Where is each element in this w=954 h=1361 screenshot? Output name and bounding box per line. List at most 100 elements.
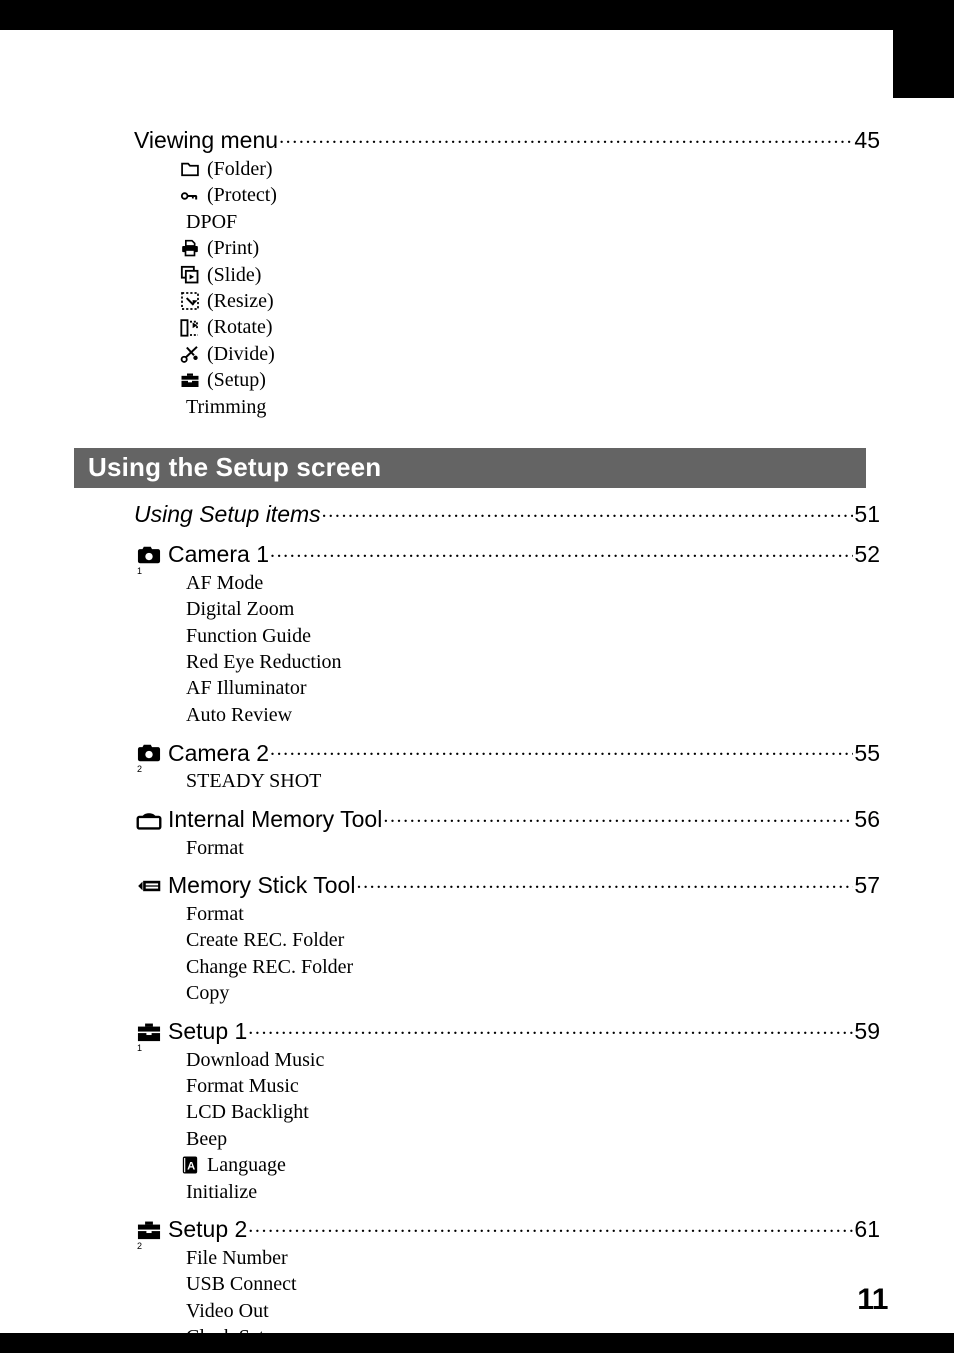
rotate-icon [178,318,202,338]
setup-entry-list: Using Setup items.......................… [74,500,880,1361]
toc-entry-title: Setup 1 [168,1017,248,1044]
dot-leader: ........................................… [279,126,854,148]
toc-entry-title: Setup 2 [168,1216,248,1243]
setup-subitem[interactable]: AF Illuminator [186,675,880,701]
page-number: 11 [857,1283,888,1316]
folder-icon [178,159,202,179]
entry-spacer [74,530,880,540]
setup-subitem[interactable]: Download Music [186,1047,880,1073]
slide-icon [178,265,202,285]
dot-leader: ........................................… [248,1016,853,1039]
viewing-menu-item[interactable]: (Setup) [178,367,880,393]
icon-subscript: 1 [137,1042,143,1053]
dot-leader: ........................................… [269,539,854,562]
viewing-menu-item[interactable]: (Divide) [178,341,880,367]
scissors-icon [178,344,202,364]
setup-subitem-label: Beep [186,1127,228,1150]
viewing-menu-item[interactable]: (Print) [178,235,880,261]
viewing-menu-item-label: (Folder) [207,158,273,180]
setup-subitem-label: Red Eye Reduction [186,651,342,674]
toc-entry-page: 57 [854,872,880,899]
toc-entry-title: Memory Stick Tool [168,872,356,899]
viewing-menu-item-label: Trimming [186,395,267,418]
toc-entry-camera-1[interactable]: 1 Camera 1...............................… [134,539,880,576]
viewing-menu-item-label: (Divide) [207,342,275,365]
viewing-menu-item-label: DPOF [186,210,238,233]
toc-entry-page: 45 [854,127,880,154]
toc-entry-viewing-menu[interactable]: Viewing menu ...........................… [134,126,880,154]
toc-entry-setup-2[interactable]: 2 Setup 2................................… [134,1215,880,1251]
icon-subscript: 1 [137,565,143,576]
viewing-menu-item-label: (Print) [207,237,260,260]
toc-entry-using-setup-items[interactable]: Using Setup items.......................… [134,500,880,528]
setup-subitem[interactable]: A Language [178,1152,880,1178]
page-top-black-bar [0,0,954,30]
viewing-menu-item[interactable]: (Resize) [178,288,880,314]
setup-subitem[interactable]: File Number [186,1245,880,1271]
viewing-menu-item[interactable]: Trimming [186,394,880,420]
toc-entry-memory-stick-tool[interactable]: Memory Stick Tool.......................… [134,871,880,899]
setup-subitem[interactable]: Initialize [186,1179,880,1205]
viewing-menu-item[interactable]: DPOF [186,209,880,235]
viewing-menu-item-label: (Setup) [207,369,266,392]
setup-subitem[interactable]: Format [186,835,880,861]
table-of-contents: Viewing menu ...........................… [74,126,880,1361]
setup-subitem-label: Video Out [186,1299,269,1322]
setup-subitem[interactable]: Beep [186,1126,880,1152]
setup-subitem[interactable]: Create REC. Folder [186,927,880,953]
viewing-menu-subitem-list: (Folder) (Protect) DPOF (Print) (Slide) (Resi… [74,156,880,420]
setup-subitem-label: Format [186,836,244,859]
dot-leader: ........................................… [383,804,853,827]
setup-subitem[interactable]: Digital Zoom [186,596,880,622]
setup-subitem-label: LCD Backlight [186,1101,309,1124]
toolbox-icon [178,370,202,390]
viewing-menu-item-label: (Protect) [207,184,277,207]
toc-entry-camera-2[interactable]: 2 Camera 2...............................… [134,738,880,774]
viewing-menu-item[interactable]: (Protect) [178,182,880,208]
setup-subitem[interactable]: Clock Set [186,1324,880,1350]
setup-subitem-label: Format [186,903,244,926]
setup-subitem[interactable]: STEADY SHOT [186,768,880,794]
setup-subitem[interactable]: Function Guide [186,623,880,649]
entry-spacer [74,1351,880,1361]
setup-subitem-label: Auto Review [186,703,293,726]
setup-subitem[interactable]: AF Mode [186,570,880,596]
viewing-menu-item[interactable]: (Folder) [178,156,880,182]
viewing-menu-item[interactable]: (Rotate) [178,314,880,340]
page-corner-black-tab [893,0,954,98]
toc-entry-setup-1[interactable]: 1 Setup 1................................… [134,1016,880,1053]
setup-subitem-label: Function Guide [186,624,311,647]
setup-subitem[interactable]: LCD Backlight [186,1099,880,1125]
setup-subitem[interactable]: Auto Review [186,702,880,728]
camera-icon: 2 [134,740,164,774]
setup-subitem-label: AF Illuminator [186,677,307,700]
setup-subitem[interactable]: Format [186,901,880,927]
setup-subitem-label: Language [207,1154,286,1177]
setup-subitem[interactable]: Video Out [186,1298,880,1324]
setup-subitem-label: Copy [186,982,230,1005]
toc-entry-internal-memory-tool[interactable]: Internal Memory Tool....................… [134,805,880,833]
toc-entry-title: Viewing menu [134,127,279,154]
viewing-menu-item[interactable]: (Slide) [178,262,880,288]
setup-subitem[interactable]: Change REC. Folder [186,954,880,980]
entry-spacer [74,1007,880,1017]
toc-entry-title: Using Setup items [134,501,321,528]
memory-stick-icon [134,873,164,899]
viewing-menu-item-label: (Rotate) [207,316,273,339]
viewing-menu-item-label: (Slide) [207,263,262,286]
toc-entry-title: Camera 1 [168,541,269,568]
resize-icon [178,291,202,311]
setup-subitem[interactable]: Red Eye Reduction [186,649,880,675]
setup-subitem-label: Download Music [186,1048,325,1071]
setup-subitem[interactable]: USB Connect [186,1271,880,1297]
entry-spacer [74,728,880,738]
toolbox-icon: 2 [134,1217,164,1250]
setup-subitem[interactable]: Format Music [186,1073,880,1099]
dot-leader: ........................................… [356,871,853,894]
setup-subitem-label: Initialize [186,1180,258,1203]
toc-entry-page: 56 [854,805,880,832]
entry-spacer [74,1205,880,1215]
setup-subitem[interactable]: Copy [186,980,880,1006]
camera-icon: 1 [134,542,164,575]
toc-entry-page: 59 [854,1017,880,1044]
